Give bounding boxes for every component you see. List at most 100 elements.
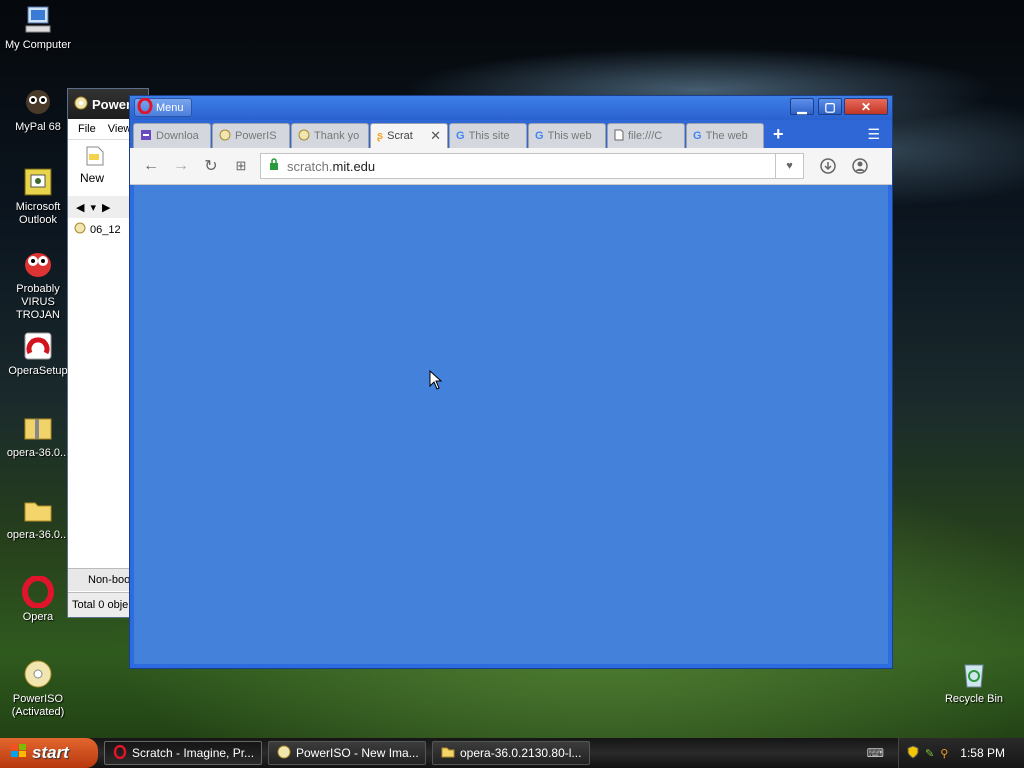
mypal-icon [22, 86, 54, 118]
menu-file[interactable]: File [78, 123, 96, 135]
tab-close-icon[interactable]: ✕ [430, 128, 441, 144]
address-bar[interactable]: scratch.mit.edu [260, 153, 776, 179]
new-button-label: New [80, 171, 105, 185]
menu-view[interactable]: View [108, 123, 132, 135]
tab-scratch[interactable]: ʂ Scrat ✕ [370, 123, 448, 148]
url-domain: mit.edu [332, 158, 376, 174]
forward-icon[interactable]: → [166, 157, 196, 175]
tab-the-web[interactable]: G The web [686, 123, 764, 148]
zip-folder-icon [22, 412, 54, 444]
bookmark-heart-icon[interactable]: ♥ [776, 153, 804, 179]
tab-thank-you[interactable]: Thank yo [291, 123, 369, 148]
opera-menu-button[interactable]: Menu [134, 97, 192, 117]
task-poweriso[interactable]: PowerISO - New Ima... [268, 741, 426, 765]
new-tab-icon[interactable]: + [773, 124, 784, 145]
desktop-icon-virus[interactable]: Probably VIRUS TROJAN [0, 248, 76, 322]
tab-label: Downloa [156, 130, 199, 142]
poweriso-icon [219, 129, 231, 144]
close-button[interactable]: ✕ [844, 98, 888, 115]
tab-label: PowerIS [235, 130, 277, 142]
dropdown-icon[interactable]: ▾ [90, 201, 96, 214]
task-label: Scratch - Imagine, Pr... [132, 746, 255, 760]
desktop-icon-label: Opera [22, 611, 54, 623]
tab-file[interactable]: file:///C [607, 123, 685, 148]
maximize-button[interactable]: ▢ [818, 98, 842, 115]
shield-icon[interactable] [907, 744, 919, 762]
back-icon[interactable]: ◀ [76, 201, 84, 214]
task-folder[interactable]: opera-36.0.2130.80-l... [432, 741, 590, 765]
downloads-icon [140, 129, 152, 144]
file-icon [614, 129, 624, 144]
poweriso-icon [298, 129, 310, 144]
virus-icon [22, 248, 54, 280]
google-icon: G [456, 130, 465, 142]
page-content[interactable] [134, 185, 888, 664]
tree-item-label: 06_12 [90, 223, 121, 236]
desktop-icon-label: opera-36.0... [6, 529, 70, 541]
poweriso-icon [277, 745, 291, 762]
tab-label: This site [468, 130, 510, 142]
clock[interactable]: 1:58 PM [960, 746, 1005, 760]
tab-bar: Downloa PowerIS Thank yo ʂ Scrat ✕ G Thi… [130, 120, 892, 148]
desktop-icon-opera-zip[interactable]: opera-36.0... [0, 412, 76, 460]
poweriso-icon [74, 96, 88, 113]
download-icon[interactable] [812, 158, 844, 174]
desktop-icon-mypal[interactable]: MyPal 68 [0, 86, 76, 134]
taskbar: start Scratch - Imagine, Pr... PowerISO … [0, 738, 1024, 768]
folder-icon [22, 494, 54, 526]
desktop-icon-outlook[interactable]: Microsoft Outlook [0, 166, 76, 227]
task-label: PowerISO - New Ima... [296, 746, 419, 760]
forward-icon[interactable]: ▶ [102, 201, 110, 214]
desktop-icon-recycle-bin[interactable]: Recycle Bin [936, 658, 1012, 706]
desktop-icon-my-computer[interactable]: My Computer [0, 4, 76, 52]
opera-window[interactable]: Menu ▁ ▢ ✕ Downloa PowerIS Thank yo ʂ Sc… [129, 95, 893, 669]
tab-label: file:///C [628, 130, 663, 142]
system-tray: ✎ ⚲ 1:58 PM [898, 738, 1024, 768]
desktop-icon-label: MyPal 68 [15, 121, 61, 133]
desktop-icon-poweriso[interactable]: PowerISO (Activated) [0, 658, 76, 719]
tab-this-web[interactable]: G This web [528, 123, 606, 148]
mouse-cursor-icon [429, 370, 443, 390]
desktop-icon-label: Recycle Bin [944, 693, 1004, 705]
tab-poweriso[interactable]: PowerIS [212, 123, 290, 148]
tab-downloads[interactable]: Downloa [133, 123, 211, 148]
account-icon[interactable] [844, 158, 876, 174]
desktop-icon-label: OperaSetup [8, 365, 68, 377]
tab-label: Thank yo [314, 130, 360, 142]
google-icon: G [535, 130, 544, 142]
desktop-icon-label: Probably VIRUS TROJAN [16, 283, 60, 321]
my-computer-icon [22, 4, 54, 36]
url-prefix: scratch. [287, 158, 333, 174]
desktop-icon-label: My Computer [4, 39, 72, 51]
folder-icon [441, 746, 455, 761]
opera-logo-icon [137, 97, 153, 117]
network-icon[interactable]: ✎ [925, 747, 934, 760]
keyboard-icon[interactable]: ⌨ [867, 746, 884, 760]
desktop-icon-opera-setup[interactable]: OperaSetup [0, 330, 76, 378]
opera-setup-icon [22, 330, 54, 362]
windows-logo-icon [10, 743, 28, 764]
tab-this-site[interactable]: G This site [449, 123, 527, 148]
desktop-icon-opera[interactable]: Opera [0, 576, 76, 624]
opera-titlebar[interactable]: Menu ▁ ▢ ✕ [130, 96, 892, 120]
start-button[interactable]: start [0, 738, 98, 768]
recycle-bin-icon [958, 658, 990, 690]
start-label: start [32, 743, 69, 762]
task-opera[interactable]: Scratch - Imagine, Pr... [104, 741, 262, 765]
opera-icon [22, 576, 54, 608]
opera-icon [113, 744, 127, 762]
desktop-icon-opera-folder[interactable]: opera-36.0... [0, 494, 76, 542]
back-icon[interactable]: ← [136, 157, 166, 175]
tab-label: This web [547, 130, 592, 142]
url-text: scratch.mit.edu [287, 159, 775, 174]
menu-label: Menu [156, 101, 184, 114]
reload-icon[interactable]: ↻ [196, 156, 226, 176]
speed-dial-icon[interactable]: ⊞ [226, 158, 256, 174]
minimize-button[interactable]: ▁ [790, 98, 814, 115]
tab-label: The web [705, 130, 748, 142]
poweriso-icon [22, 658, 54, 690]
lock-icon [261, 158, 287, 174]
search-icon[interactable]: ⚲ [940, 747, 948, 760]
tab-menu-icon[interactable]: ☰ [867, 126, 880, 143]
desktop-icon-label: opera-36.0... [6, 447, 70, 459]
